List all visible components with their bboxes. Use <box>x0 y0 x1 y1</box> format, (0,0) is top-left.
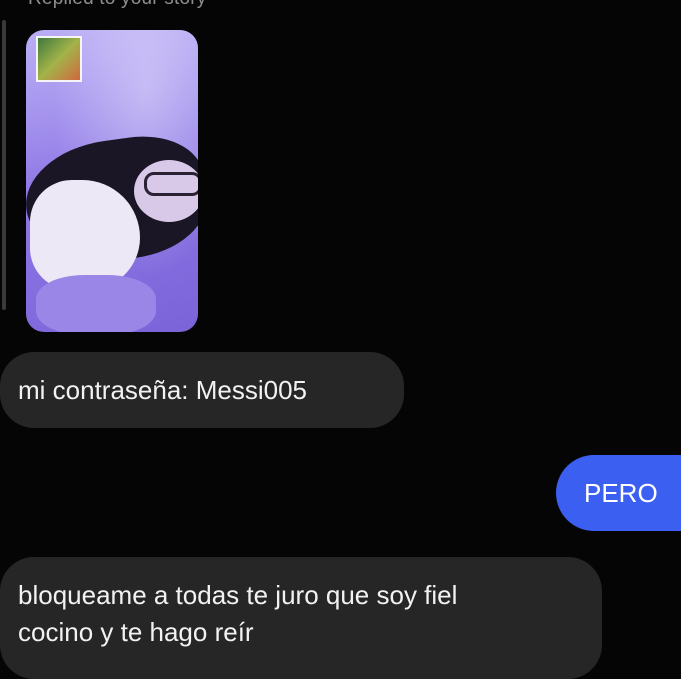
story-sticker-caption <box>40 82 76 92</box>
story-reply-preview[interactable] <box>26 30 198 332</box>
replied-to-story-label: Replied to your story <box>28 0 206 10</box>
story-shirt-shape <box>30 180 140 290</box>
message-bubble-incoming[interactable]: bloqueame a todas te juro que soy fiel c… <box>0 557 602 679</box>
message-bubble-outgoing[interactable]: PERO <box>556 455 681 531</box>
story-arm-shape <box>36 275 156 332</box>
story-glasses-shape <box>144 172 198 196</box>
reply-indicator-bar <box>2 20 6 310</box>
message-bubble-incoming[interactable]: mi contraseña: Messi005 <box>0 352 404 428</box>
story-sticker-thumbnail <box>36 36 82 82</box>
